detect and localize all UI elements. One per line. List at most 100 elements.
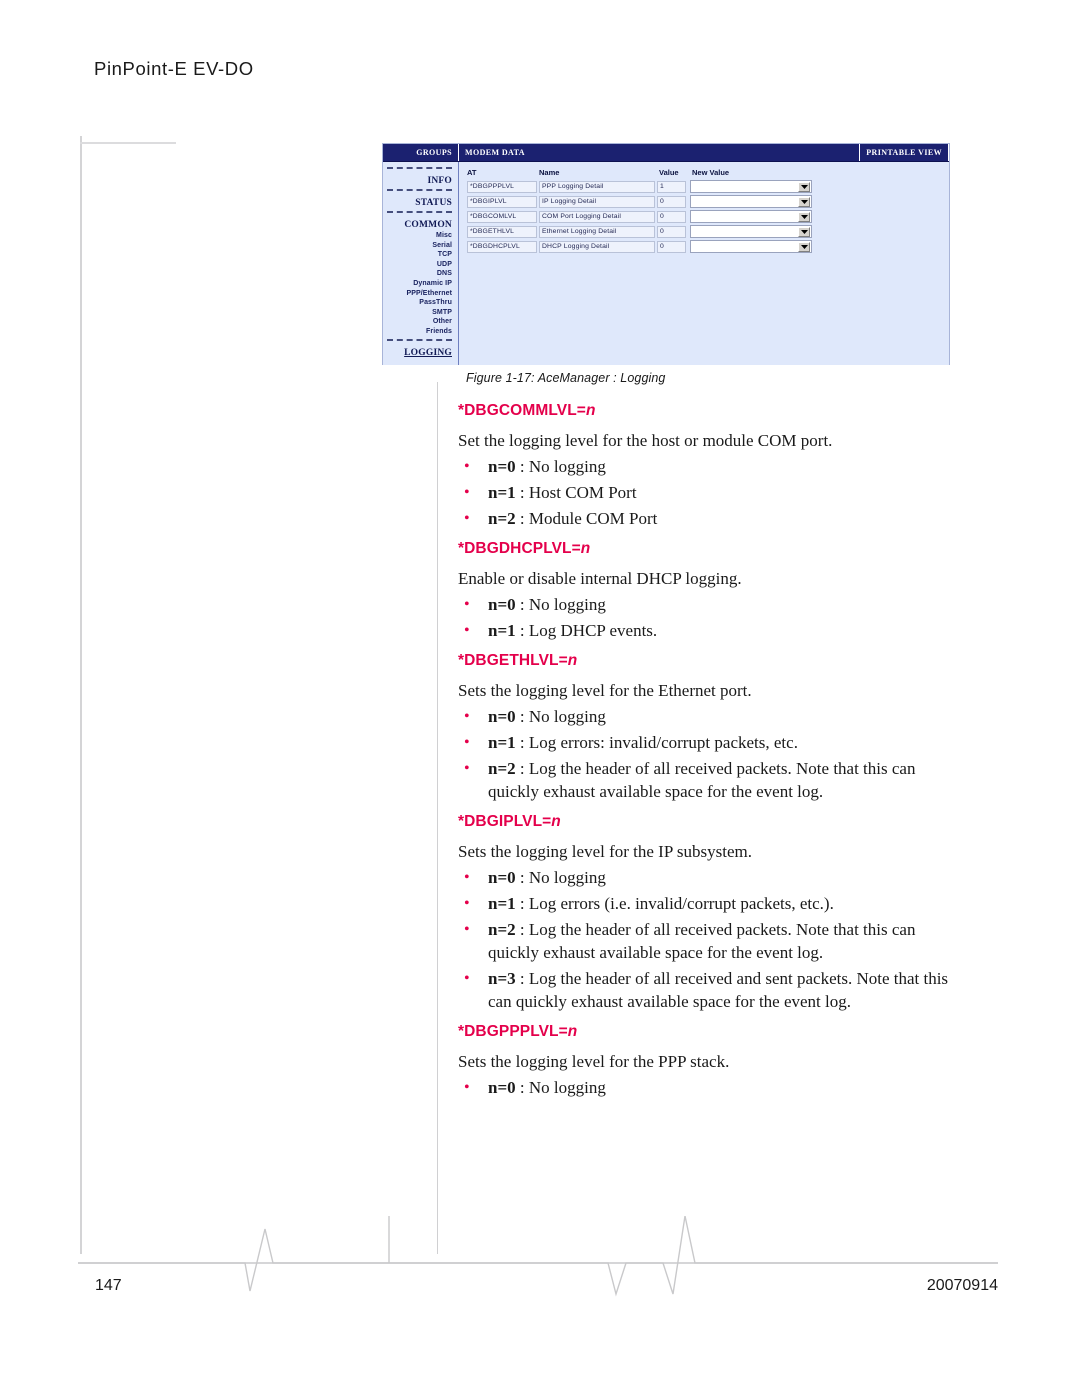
option-key: n=1 bbox=[488, 733, 516, 752]
sidebar-item-dynamic-ip[interactable]: Dynamic IP bbox=[387, 279, 452, 289]
sidebar-item-dns[interactable]: DNS bbox=[387, 269, 452, 279]
option-list-item: • n=0 : No logging bbox=[458, 866, 970, 889]
option-text: n=0 : No logging bbox=[488, 705, 970, 728]
sidebar-item-udp[interactable]: UDP bbox=[387, 260, 452, 270]
chevron-down-icon[interactable] bbox=[798, 227, 810, 237]
modem-data-tab[interactable]: MODEM DATA bbox=[459, 144, 859, 161]
option-list-item: • n=2 : Log the header of all received pa… bbox=[458, 757, 970, 803]
acemanager-body: INFO STATUS COMMON Misc Serial TCP UDP DNS Dynam… bbox=[383, 162, 949, 365]
chevron-down-icon[interactable] bbox=[798, 197, 810, 207]
new-value-dropdown[interactable] bbox=[690, 240, 812, 253]
footer-page-number: 147 bbox=[95, 1277, 122, 1294]
option-key: n=1 bbox=[488, 894, 516, 913]
parameter-name-field: PPP Logging Detail bbox=[539, 180, 655, 193]
sidebar-item-ppp-ethernet[interactable]: PPP/Ethernet bbox=[387, 289, 452, 299]
new-value-dropdown[interactable] bbox=[690, 180, 812, 193]
option-key: n=2 bbox=[488, 509, 516, 528]
sidebar-divider bbox=[387, 189, 452, 196]
chevron-down-icon[interactable] bbox=[798, 242, 810, 252]
at-command-field: *DBGETHLVL bbox=[467, 225, 537, 238]
table-row: *DBGIPLVL IP Logging Detail 0 bbox=[467, 195, 949, 208]
command-block: *DBGETHLVL=n Sets the logging level for t… bbox=[458, 652, 970, 803]
acemanager-main-panel: AT Name Value New Value *DBGPPPLVL PPP Lo… bbox=[459, 162, 949, 365]
command-name: *DBGCOMMLVL= bbox=[458, 402, 586, 419]
option-list-item: • n=1 : Log DHCP events. bbox=[458, 619, 970, 642]
column-header-value: Value bbox=[659, 168, 679, 177]
page-margin-rule-top bbox=[80, 142, 176, 144]
current-value-field: 0 bbox=[657, 225, 686, 238]
option-list-item: • n=1 : Host COM Port bbox=[458, 481, 970, 504]
sidebar-item-common[interactable]: COMMON bbox=[387, 219, 452, 231]
bullet-icon: • bbox=[464, 921, 470, 938]
parameter-name-field: Ethernet Logging Detail bbox=[539, 225, 655, 238]
option-key: n=0 bbox=[488, 595, 516, 614]
sidebar-item-friends[interactable]: Friends bbox=[387, 327, 452, 337]
sidebar-item-misc[interactable]: Misc bbox=[387, 231, 452, 241]
option-text: n=2 : Log the header of all received pac… bbox=[488, 918, 970, 964]
option-value-text: : Log the header of all received packets… bbox=[488, 920, 916, 962]
sidebar-item-other[interactable]: Other bbox=[387, 317, 452, 327]
current-value-field: 0 bbox=[657, 195, 686, 208]
sidebar-item-passthru[interactable]: PassThru bbox=[387, 298, 452, 308]
bullet-icon: • bbox=[464, 622, 470, 639]
option-list-item: • n=0 : No logging bbox=[458, 455, 970, 478]
option-key: n=0 bbox=[488, 457, 516, 476]
at-command-field: *DBGDHCPLVL bbox=[467, 240, 537, 253]
bullet-icon: • bbox=[464, 458, 470, 475]
bullet-icon: • bbox=[464, 970, 470, 987]
option-key: n=2 bbox=[488, 920, 516, 939]
current-value-field: 0 bbox=[657, 240, 686, 253]
option-list-item: • n=0 : No logging bbox=[458, 593, 970, 616]
option-list-item: • n=2 : Module COM Port bbox=[458, 507, 970, 530]
new-value-dropdown[interactable] bbox=[690, 195, 812, 208]
figure-caption: Figure 1-17: AceManager : Logging bbox=[466, 371, 666, 385]
option-value-text: : Log DHCP events. bbox=[515, 621, 658, 640]
option-text: n=1 : Host COM Port bbox=[488, 481, 970, 504]
option-text: n=1 : Log errors: invalid/corrupt packet… bbox=[488, 731, 970, 754]
new-value-dropdown[interactable] bbox=[690, 225, 812, 238]
option-value-text: : Module COM Port bbox=[515, 509, 658, 528]
command-description: Sets the logging level for the IP subsys… bbox=[458, 842, 753, 861]
groups-tab[interactable]: GROUPS bbox=[383, 144, 459, 161]
command-variable: n bbox=[585, 402, 596, 419]
bullet-icon: • bbox=[464, 708, 470, 725]
sidebar-item-serial[interactable]: Serial bbox=[387, 241, 452, 251]
chevron-down-icon[interactable] bbox=[798, 212, 810, 222]
bullet-icon: • bbox=[464, 596, 470, 613]
command-variable: n bbox=[551, 813, 561, 830]
parameter-name-field: COM Port Logging Detail bbox=[539, 210, 655, 223]
acemanager-topbar: GROUPS MODEM DATA PRINTABLE VIEW bbox=[383, 144, 949, 162]
running-header-title: PinPoint-E EV-DO bbox=[94, 58, 254, 79]
command-heading: *DBGCOMMLVL=n bbox=[458, 402, 970, 420]
table-row: *DBGDHCPLVL DHCP Logging Detail 0 bbox=[467, 240, 949, 253]
bullet-icon: • bbox=[464, 510, 470, 527]
option-value-text: : Log the header of all received and sen… bbox=[488, 969, 949, 1011]
option-key: n=2 bbox=[488, 759, 516, 778]
bullet-icon: • bbox=[464, 484, 470, 501]
printable-view-button[interactable]: PRINTABLE VIEW bbox=[859, 144, 949, 161]
command-block: *DBGDHCPLVL=n Enable or disable internal … bbox=[458, 540, 970, 642]
sidebar-item-tcp[interactable]: TCP bbox=[387, 250, 452, 260]
sidebar-item-info[interactable]: INFO bbox=[387, 175, 452, 187]
command-heading: *DBGETHLVL=n bbox=[458, 652, 970, 670]
sidebar-item-smtp[interactable]: SMTP bbox=[387, 308, 452, 318]
bullet-icon: • bbox=[464, 869, 470, 886]
option-list-item: • n=2 : Log the header of all received pa… bbox=[458, 918, 970, 964]
command-name: *DBGIPLVL= bbox=[458, 813, 552, 830]
column-header-name: Name bbox=[539, 168, 560, 177]
chevron-down-icon[interactable] bbox=[798, 182, 810, 192]
sidebar-item-status[interactable]: STATUS bbox=[387, 197, 452, 209]
footer-date: 20070914 bbox=[926, 1277, 998, 1294]
option-key: n=0 bbox=[488, 868, 516, 887]
new-value-dropdown[interactable] bbox=[690, 210, 812, 223]
column-header-at: AT bbox=[467, 168, 477, 177]
sidebar-divider bbox=[387, 211, 452, 218]
command-name: *DBGDHCPLVL= bbox=[458, 540, 581, 557]
table-row: *DBGCOMLVL COM Port Logging Detail 0 bbox=[467, 210, 949, 223]
bullet-icon: • bbox=[464, 1079, 470, 1096]
command-heading: *DBGPPPLVL=n bbox=[458, 1023, 970, 1041]
sidebar-item-logging[interactable]: LOGGING bbox=[387, 347, 452, 359]
option-list-item: • n=3 : Log the header of all received an… bbox=[458, 967, 970, 1013]
sidebar-divider bbox=[387, 167, 452, 174]
command-description: Sets the logging level for the Ethernet … bbox=[458, 681, 752, 700]
